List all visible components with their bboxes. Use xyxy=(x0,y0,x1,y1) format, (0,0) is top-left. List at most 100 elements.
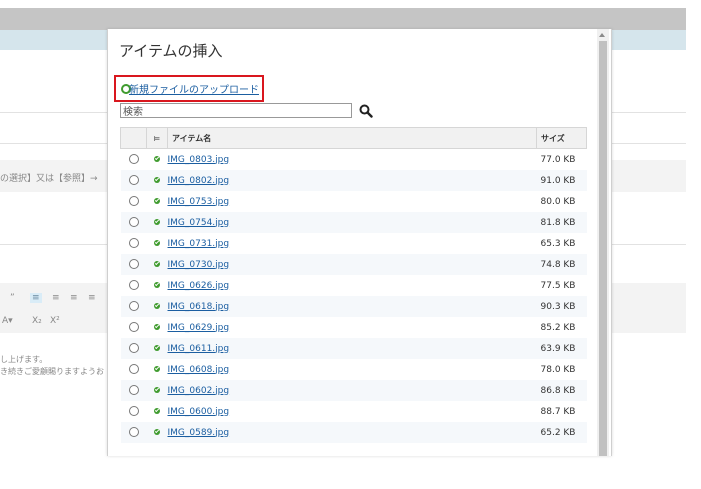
editor-text-line: き続きご愛顧賜りますようお xyxy=(0,367,104,376)
row-select-cell[interactable] xyxy=(121,401,147,422)
select-radio[interactable] xyxy=(128,322,139,333)
table-row[interactable]: IMG_0731.jpg 65.3 KB xyxy=(121,233,587,254)
upload-new-file-link[interactable]: 新規ファイルのアップロード xyxy=(129,81,259,96)
dialog-scrollbar[interactable] xyxy=(597,29,609,456)
row-select-cell[interactable] xyxy=(121,233,147,254)
table-row[interactable]: IMG_0754.jpg 81.8 KB xyxy=(120,212,587,233)
row-status-cell xyxy=(147,401,168,422)
row-select-cell[interactable] xyxy=(120,254,147,275)
select-radio[interactable] xyxy=(128,217,139,228)
file-name-link[interactable]: IMG_0731.jpg xyxy=(168,239,230,249)
status-column-header[interactable]: ⊨ xyxy=(146,127,168,149)
check-circle-icon xyxy=(154,282,160,288)
table-row[interactable]: IMG_0602.jpg 86.8 KB xyxy=(120,380,587,401)
check-circle-icon xyxy=(154,429,160,435)
file-name-link[interactable]: IMG_0611.jpg xyxy=(168,344,230,354)
select-radio[interactable] xyxy=(128,364,139,375)
select-radio[interactable] xyxy=(128,259,139,270)
row-name-cell: IMG_0753.jpg xyxy=(168,191,537,212)
row-status-cell xyxy=(146,380,168,401)
row-name-cell: IMG_0602.jpg xyxy=(167,380,537,401)
row-name-cell: IMG_0802.jpg xyxy=(167,170,537,191)
select-radio[interactable] xyxy=(128,280,139,291)
check-circle-icon xyxy=(154,324,160,330)
select-radio[interactable] xyxy=(128,154,139,165)
check-circle-icon xyxy=(154,240,160,246)
file-name-link[interactable]: IMG_0618.jpg xyxy=(168,302,230,312)
table-row[interactable]: IMG_0802.jpg 91.0 KB xyxy=(120,170,587,191)
file-name-link[interactable]: IMG_0629.jpg xyxy=(168,323,230,333)
file-name-link[interactable]: IMG_0626.jpg xyxy=(168,281,230,291)
table-row[interactable]: IMG_0803.jpg 77.0 KB xyxy=(121,149,587,171)
align-center-button[interactable]: ≡ xyxy=(52,293,60,303)
table-row[interactable]: IMG_0618.jpg 90.3 KB xyxy=(120,296,587,317)
row-status-cell xyxy=(146,422,168,443)
file-name-link[interactable]: IMG_0600.jpg xyxy=(168,407,230,417)
select-radio[interactable] xyxy=(128,238,139,249)
row-status-cell xyxy=(146,170,168,191)
table-row[interactable]: IMG_0608.jpg 78.0 KB xyxy=(121,359,587,380)
superscript-button[interactable]: X² xyxy=(50,316,60,326)
select-radio[interactable] xyxy=(128,385,139,396)
check-circle-icon xyxy=(154,387,160,393)
row-name-cell: IMG_0618.jpg xyxy=(167,296,537,317)
row-select-cell[interactable] xyxy=(120,170,147,191)
file-name-link[interactable]: IMG_0802.jpg xyxy=(168,176,230,186)
row-status-cell xyxy=(147,275,168,296)
row-select-cell[interactable] xyxy=(120,212,147,233)
row-name-cell: IMG_0730.jpg xyxy=(167,254,537,275)
row-name-cell: IMG_0600.jpg xyxy=(168,401,537,422)
file-name-link[interactable]: IMG_0602.jpg xyxy=(168,386,230,396)
row-select-cell[interactable] xyxy=(121,191,147,212)
table-row[interactable]: IMG_0753.jpg 80.0 KB xyxy=(121,191,587,212)
row-select-cell[interactable] xyxy=(121,359,147,380)
size-column-header[interactable]: サイズ xyxy=(536,127,587,149)
file-size: 77.0 KB xyxy=(540,154,576,165)
file-name-link[interactable]: IMG_0608.jpg xyxy=(168,365,230,375)
file-size: 78.0 KB xyxy=(540,364,576,375)
align-right-button[interactable]: ≡ xyxy=(70,293,78,303)
row-select-cell[interactable] xyxy=(120,296,147,317)
row-status-cell xyxy=(147,191,168,212)
search-icon[interactable] xyxy=(359,104,373,118)
file-size: 65.2 KB xyxy=(536,422,587,443)
row-select-cell[interactable] xyxy=(121,149,147,171)
row-name-cell: IMG_0589.jpg xyxy=(167,422,537,443)
scroll-up-arrow-icon[interactable] xyxy=(599,33,605,37)
search-input[interactable] xyxy=(120,103,352,118)
blockquote-button[interactable]: ” xyxy=(10,293,15,303)
insert-item-dialog: アイテムの挿入 新規ファイルのアップロード ⊨ アイテム名 サイズ IMG_08… xyxy=(107,29,612,456)
file-size: 74.8 KB xyxy=(536,254,587,275)
select-radio[interactable] xyxy=(128,196,139,207)
table-row[interactable]: IMG_0730.jpg 74.8 KB xyxy=(120,254,587,275)
file-size: 80.0 KB xyxy=(540,196,576,207)
align-left-button[interactable]: ≡ xyxy=(30,293,42,303)
file-name-link[interactable]: IMG_0753.jpg xyxy=(168,197,230,207)
select-radio[interactable] xyxy=(128,427,139,438)
row-select-cell[interactable] xyxy=(121,317,147,338)
scrollbar-thumb[interactable] xyxy=(599,41,607,456)
row-select-cell[interactable] xyxy=(120,338,147,359)
table-row[interactable]: IMG_0611.jpg 63.9 KB xyxy=(120,338,587,359)
select-radio[interactable] xyxy=(128,343,139,354)
table-row[interactable]: IMG_0600.jpg 88.7 KB xyxy=(121,401,587,422)
table-row[interactable]: IMG_0626.jpg 77.5 KB xyxy=(121,275,587,296)
row-name-cell: IMG_0626.jpg xyxy=(168,275,537,296)
table-row[interactable]: IMG_0629.jpg 85.2 KB xyxy=(121,317,587,338)
row-select-cell[interactable] xyxy=(120,380,147,401)
table-row[interactable]: IMG_0589.jpg 65.2 KB xyxy=(120,422,587,443)
select-radio[interactable] xyxy=(128,175,139,186)
row-select-cell[interactable] xyxy=(120,422,147,443)
row-select-cell[interactable] xyxy=(121,275,147,296)
dialog-title: アイテムの挿入 xyxy=(119,42,223,60)
file-name-link[interactable]: IMG_0730.jpg xyxy=(168,260,230,270)
file-name-link[interactable]: IMG_0589.jpg xyxy=(168,428,230,438)
background-color-button[interactable]: A▾ xyxy=(2,316,13,326)
file-name-link[interactable]: IMG_0803.jpg xyxy=(168,155,230,165)
name-column-header[interactable]: アイテム名 xyxy=(167,127,537,149)
align-justify-button[interactable]: ≡ xyxy=(88,293,96,303)
select-radio[interactable] xyxy=(128,406,139,417)
select-radio[interactable] xyxy=(128,301,139,312)
file-name-link[interactable]: IMG_0754.jpg xyxy=(168,218,230,228)
subscript-button[interactable]: X₂ xyxy=(32,316,42,326)
